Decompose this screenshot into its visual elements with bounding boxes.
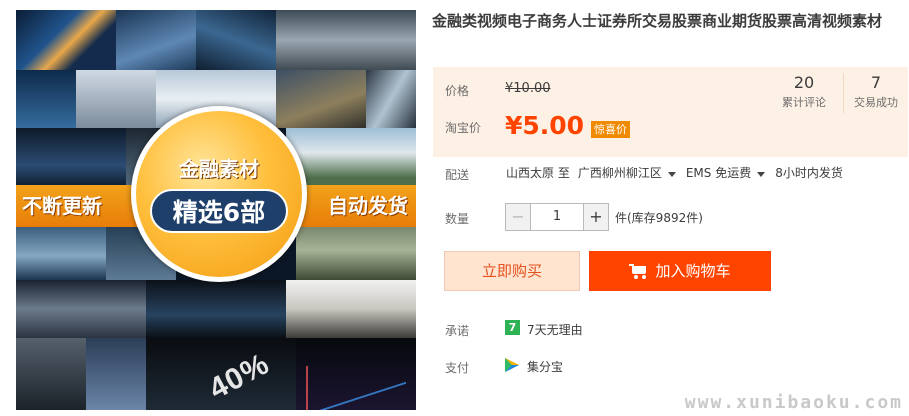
image-tile bbox=[196, 10, 276, 70]
reviews-stat[interactable]: 20 累计评论 bbox=[765, 73, 843, 113]
image-tile bbox=[16, 10, 116, 70]
decrease-button[interactable]: − bbox=[505, 203, 531, 231]
image-tile bbox=[276, 70, 366, 128]
promo-circle-title: 金融素材 bbox=[179, 157, 259, 181]
stock-text: 件(库存9892件) bbox=[615, 211, 703, 225]
promo-band-right-text: 自动发货 bbox=[328, 194, 408, 218]
buy-now-button[interactable]: 立即购买 bbox=[444, 251, 580, 291]
image-tile bbox=[16, 220, 106, 280]
shipping-origin: 山西太原 至 bbox=[506, 166, 570, 180]
shipping-destination-select[interactable]: 广西柳州柳江区 bbox=[578, 164, 686, 181]
chevron-down-icon bbox=[757, 172, 766, 177]
image-tile bbox=[116, 10, 196, 70]
quantity-stepper: − 1 + bbox=[505, 203, 609, 231]
promo-band-left-text: 不断更新 bbox=[22, 194, 102, 218]
image-tile bbox=[276, 10, 416, 70]
quantity-input[interactable]: 1 bbox=[531, 203, 583, 231]
jifenbao-icon bbox=[505, 358, 519, 372]
payment-label: 支付 bbox=[445, 361, 470, 375]
shipping-method: EMS 免运费 bbox=[685, 166, 752, 180]
shipping-row: 山西太原 至 广西柳州柳江区 EMS 免运费 8小时内发货 bbox=[506, 164, 843, 181]
image-tile bbox=[296, 220, 416, 280]
promo-circle-main: 精选6部 bbox=[150, 189, 288, 233]
product-title: 金融类视频电子商务人士证券所交易股票商业期货股票高清视频素材 bbox=[432, 12, 883, 30]
product-image[interactable]: 40% 不断更新 自动发货 金融素材 精选6部 bbox=[16, 10, 416, 410]
cart-icon bbox=[629, 264, 647, 279]
watermark: www.xunibaoku.com bbox=[684, 392, 903, 413]
stats: 20 累计评论 7 交易成功 bbox=[765, 73, 908, 113]
price-label: 价格 bbox=[445, 84, 470, 98]
chevron-down-icon bbox=[667, 172, 676, 177]
image-tile bbox=[16, 128, 126, 190]
image-tile bbox=[16, 280, 146, 338]
promise-text[interactable]: 7天无理由 bbox=[527, 321, 583, 338]
promise-label: 承诺 bbox=[445, 324, 470, 338]
add-to-cart-button[interactable]: 加入购物车 bbox=[589, 251, 771, 291]
promo-price: ¥5.00 bbox=[505, 111, 585, 140]
shipping-destination: 广西柳州柳江区 bbox=[577, 166, 662, 180]
promo-badge: 惊喜价 bbox=[591, 121, 630, 138]
promo-circle: 金融素材 精选6部 bbox=[131, 106, 307, 282]
image-tile bbox=[16, 70, 76, 128]
sales-label: 交易成功 bbox=[854, 96, 898, 109]
increase-button[interactable]: + bbox=[583, 203, 609, 231]
reviews-count: 20 bbox=[793, 73, 815, 92]
image-tile bbox=[16, 338, 86, 410]
original-price: ¥10.00 bbox=[505, 81, 551, 96]
price-panel: 价格 ¥10.00 淘宝价 ¥5.00 惊喜价 20 累计评论 7 交易成功 bbox=[433, 67, 908, 157]
quantity-label: 数量 bbox=[445, 212, 470, 226]
shipping-time: 8小时内发货 bbox=[775, 166, 843, 180]
sales-stat[interactable]: 7 交易成功 bbox=[843, 73, 908, 113]
image-tile bbox=[76, 70, 156, 128]
payment-text[interactable]: 集分宝 bbox=[527, 358, 563, 375]
shipping-method-select[interactable]: EMS 免运费 bbox=[686, 164, 775, 181]
reviews-label: 累计评论 bbox=[782, 96, 826, 109]
sales-count: 7 bbox=[870, 73, 882, 92]
image-tile bbox=[86, 338, 146, 410]
promo-price-label: 淘宝价 bbox=[445, 121, 482, 135]
image-tile bbox=[146, 280, 286, 338]
add-to-cart-label: 加入购物车 bbox=[655, 262, 731, 280]
seven-day-return-icon: 7 bbox=[505, 320, 520, 335]
image-tile bbox=[286, 280, 416, 338]
image-tile bbox=[366, 70, 416, 128]
shipping-label: 配送 bbox=[445, 168, 470, 182]
